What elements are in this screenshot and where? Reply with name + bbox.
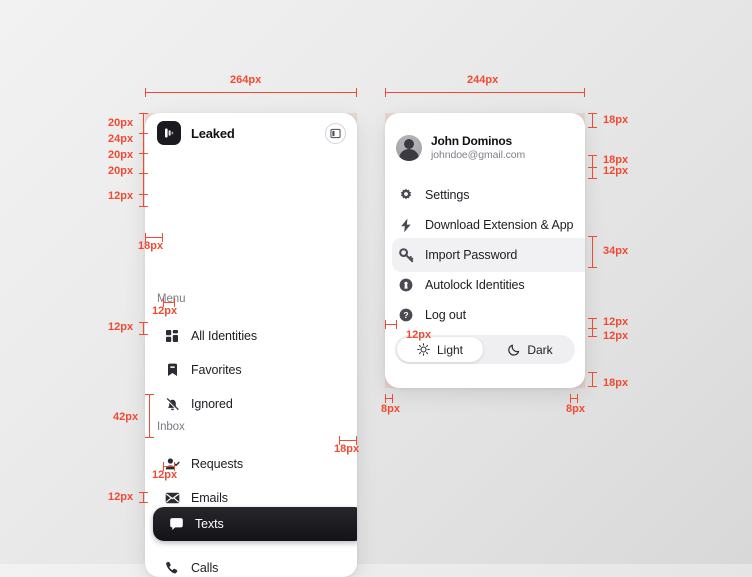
ann-left-indent-12: 12px bbox=[152, 305, 178, 317]
left-sidebar-panel: Leaked Menu All Identities Favorites Ign… bbox=[145, 113, 357, 577]
sidebar-item-texts[interactable]: Texts bbox=[153, 507, 357, 541]
menu-item-settings[interactable]: Settings bbox=[385, 178, 585, 212]
bolt-icon bbox=[397, 216, 415, 234]
ann-corner-right-8: 8px bbox=[566, 403, 585, 415]
user-email: johndoe@gmail.com bbox=[431, 148, 526, 161]
gear-icon bbox=[397, 186, 415, 204]
envelope-icon bbox=[163, 489, 181, 507]
svg-text:?: ? bbox=[403, 310, 408, 320]
ann-right-bottom-18: 18px bbox=[603, 377, 629, 389]
menu-item-label: Autolock Identities bbox=[425, 278, 525, 292]
sidebar-item-label: All Identities bbox=[191, 329, 257, 343]
question-circle-icon: ? bbox=[397, 306, 415, 324]
bookmark-icon bbox=[163, 361, 181, 379]
ann-left-v-12: 12px bbox=[108, 190, 134, 202]
ann-left-v-20c: 20px bbox=[108, 165, 134, 177]
theme-option-label: Dark bbox=[527, 342, 553, 357]
sidebar-item-label: Favorites bbox=[191, 363, 242, 377]
leaked-logo-icon bbox=[157, 121, 181, 145]
theme-option-dark[interactable]: Dark bbox=[487, 337, 573, 362]
ann-right-gap-12b: 12px bbox=[603, 330, 629, 342]
ann-right-panel-width: 244px bbox=[467, 74, 499, 86]
ann-categories-12: 12px bbox=[108, 491, 134, 503]
menu-item-label: Settings bbox=[425, 188, 470, 202]
ann-left-panel-width: 264px bbox=[230, 74, 262, 86]
section-label: Menu bbox=[157, 293, 186, 305]
key-icon bbox=[397, 246, 415, 264]
lock-circle-icon bbox=[397, 276, 415, 294]
ann-corner-left-8: 8px bbox=[381, 403, 400, 415]
user-header[interactable]: John Dominos johndoe@gmail.com bbox=[385, 127, 585, 169]
ann-left-v-20b: 20px bbox=[108, 149, 134, 161]
account-menu-panel: John Dominos johndoe@gmail.com Settings … bbox=[385, 113, 585, 388]
menu-item-label: Download Extension & App bbox=[425, 218, 574, 232]
menu-item-label: Import Password bbox=[425, 248, 518, 262]
menu-item-label: Log out bbox=[425, 308, 467, 322]
moon-icon bbox=[507, 343, 521, 357]
ann-selected-row-height: 42px bbox=[113, 411, 139, 423]
grid-icon bbox=[163, 327, 181, 345]
sidebar-item-label: Texts bbox=[195, 517, 224, 531]
user-name: John Dominos bbox=[431, 133, 512, 148]
avatar bbox=[396, 135, 422, 161]
ann-left-inbox-12: 12px bbox=[108, 321, 134, 333]
ann-right-top-18: 18px bbox=[603, 114, 629, 126]
ann-right-inner-12: 12px bbox=[406, 329, 432, 341]
panel-toggle-icon[interactable] bbox=[325, 122, 346, 144]
menu-item-download-extension[interactable]: Download Extension & App bbox=[385, 208, 585, 242]
sidebar-item-label: Calls bbox=[191, 561, 219, 575]
ann-calls-12: 12px bbox=[152, 469, 178, 481]
section-title-inbox: Inbox bbox=[145, 417, 357, 437]
sidebar-item-label: Ignored bbox=[191, 397, 233, 411]
sidebar-item-calls[interactable]: Calls bbox=[145, 551, 357, 577]
brand-header: Leaked bbox=[145, 113, 357, 153]
phone-icon bbox=[163, 559, 181, 577]
ann-right-12: 12px bbox=[603, 165, 629, 177]
sidebar-item-favorites[interactable]: Favorites bbox=[145, 353, 357, 387]
menu-item-log-out[interactable]: ? Log out bbox=[385, 298, 585, 332]
message-icon bbox=[167, 515, 185, 533]
ann-left-v-24: 24px bbox=[108, 133, 134, 145]
sun-icon bbox=[417, 343, 431, 357]
theme-option-label: Light bbox=[436, 342, 464, 357]
ann-left-indent-18: 18px bbox=[138, 240, 164, 252]
ann-right-item-34: 34px bbox=[603, 245, 629, 257]
ann-right-gap-12a: 12px bbox=[603, 316, 629, 328]
section-label: Inbox bbox=[157, 421, 185, 433]
menu-item-import-password[interactable]: Import Password bbox=[392, 238, 585, 272]
bell-slash-icon bbox=[163, 395, 181, 413]
sidebar-item-label: Emails bbox=[191, 491, 228, 505]
ann-selected-inset-18: 18px bbox=[334, 443, 360, 455]
sidebar-item-all-identities[interactable]: All Identities bbox=[145, 319, 357, 353]
brand-name: Leaked bbox=[191, 125, 235, 141]
menu-item-autolock-identities[interactable]: Autolock Identities bbox=[385, 268, 585, 302]
sidebar-item-label: Requests bbox=[191, 457, 244, 471]
sidebar-item-ignored[interactable]: Ignored bbox=[145, 387, 357, 421]
ann-left-v-20a: 20px bbox=[108, 117, 134, 129]
